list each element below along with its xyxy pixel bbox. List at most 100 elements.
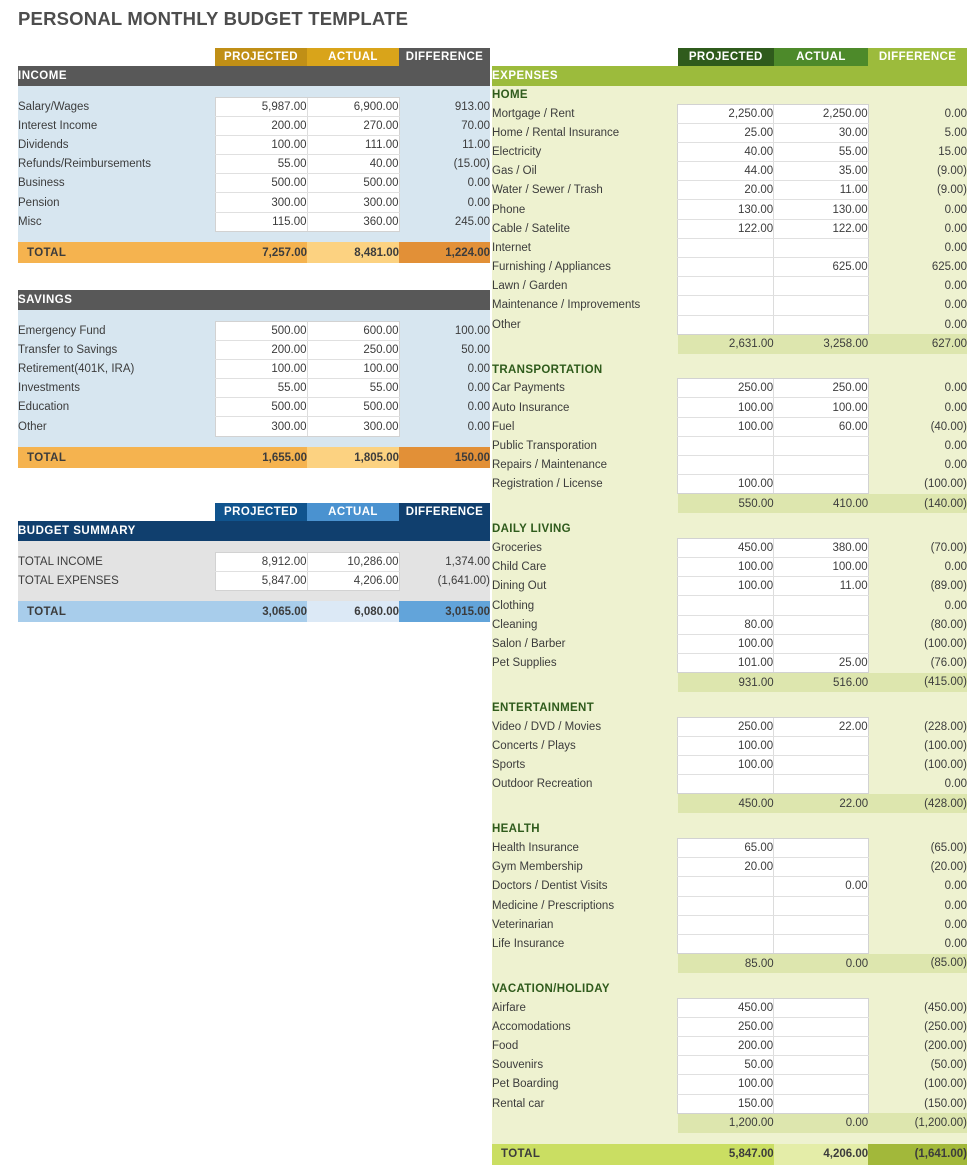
row-actual[interactable]: 130.00 [773,199,869,220]
row-actual[interactable]: 300.00 [306,416,400,437]
row-projected[interactable] [677,276,774,297]
row-projected[interactable]: 2,250.00 [677,103,774,124]
row-actual[interactable] [773,1094,869,1114]
row-actual[interactable]: 6,900.00 [306,96,400,117]
row-actual[interactable] [773,755,869,776]
row-actual[interactable]: 55.00 [306,378,400,399]
row-projected[interactable]: 300.00 [214,192,307,213]
row-projected[interactable] [677,238,774,259]
row-projected[interactable]: 122.00 [677,219,774,239]
row-actual[interactable] [773,455,869,476]
row-actual[interactable]: 10,286.00 [306,551,400,572]
row-actual[interactable] [773,595,869,616]
row-actual[interactable] [773,1036,869,1057]
row-projected[interactable] [677,595,774,616]
row-actual[interactable]: 270.00 [306,116,400,136]
row-actual[interactable]: 250.00 [773,378,869,399]
row-projected[interactable]: 25.00 [677,123,774,143]
row-projected[interactable]: 500.00 [214,320,307,341]
row-actual[interactable] [773,615,869,635]
row-projected[interactable]: 100.00 [677,474,774,495]
row-actual[interactable]: 122.00 [773,219,869,239]
row-actual[interactable]: 30.00 [773,123,869,143]
row-projected[interactable]: 20.00 [677,857,774,878]
row-projected[interactable]: 100.00 [677,557,774,578]
row-actual[interactable]: 600.00 [306,320,400,341]
row-actual[interactable] [773,1017,869,1037]
row-actual[interactable] [773,276,869,297]
row-projected[interactable] [677,934,774,955]
row-projected[interactable]: 100.00 [214,359,307,380]
row-actual[interactable] [773,736,869,757]
row-projected[interactable] [677,455,774,476]
row-actual[interactable]: 2,250.00 [773,103,869,124]
row-projected[interactable]: 5,847.00 [214,571,307,591]
row-projected[interactable] [677,295,774,316]
row-actual[interactable]: 250.00 [306,340,400,360]
row-projected[interactable] [677,774,774,795]
row-projected[interactable]: 450.00 [677,997,774,1018]
row-actual[interactable]: 100.00 [773,557,869,578]
row-projected[interactable]: 55.00 [214,378,307,399]
row-projected[interactable] [677,257,774,278]
row-projected[interactable]: 100.00 [214,135,307,156]
row-actual[interactable]: 60.00 [773,417,869,437]
row-actual[interactable] [773,896,869,916]
row-projected[interactable]: 100.00 [677,397,774,418]
row-actual[interactable] [773,1074,869,1095]
row-projected[interactable] [677,896,774,916]
row-projected[interactable]: 150.00 [677,1094,774,1114]
row-projected[interactable]: 200.00 [214,340,307,360]
row-projected[interactable]: 20.00 [677,180,774,201]
row-actual[interactable]: 111.00 [306,135,400,156]
row-actual[interactable]: 500.00 [306,173,400,194]
row-projected[interactable]: 100.00 [677,417,774,437]
row-projected[interactable]: 250.00 [677,1017,774,1037]
row-projected[interactable]: 300.00 [214,416,307,437]
row-actual[interactable] [773,436,869,457]
row-projected[interactable]: 450.00 [677,537,774,559]
row-actual[interactable] [773,238,869,259]
row-projected[interactable]: 115.00 [214,212,307,232]
row-projected[interactable]: 250.00 [677,716,774,737]
row-actual[interactable]: 380.00 [773,537,869,559]
row-projected[interactable]: 100.00 [677,1074,774,1095]
row-projected[interactable]: 500.00 [214,397,307,418]
row-projected[interactable] [677,915,774,935]
row-actual[interactable]: 40.00 [306,154,400,175]
row-projected[interactable]: 5,987.00 [214,96,307,117]
row-projected[interactable]: 44.00 [677,161,774,182]
row-projected[interactable]: 250.00 [677,378,774,399]
row-actual[interactable]: 22.00 [773,716,869,737]
row-projected[interactable] [677,315,774,335]
row-projected[interactable]: 40.00 [677,142,774,163]
row-actual[interactable]: 360.00 [306,212,400,232]
row-projected[interactable]: 80.00 [677,615,774,635]
row-actual[interactable] [773,915,869,935]
row-actual[interactable]: 500.00 [306,397,400,418]
row-actual[interactable]: 0.00 [773,876,869,897]
row-projected[interactable]: 100.00 [677,736,774,757]
row-actual[interactable]: 35.00 [773,161,869,182]
row-projected[interactable]: 100.00 [677,755,774,776]
row-projected[interactable]: 50.00 [677,1055,774,1076]
row-projected[interactable]: 200.00 [214,116,307,136]
row-projected[interactable] [677,876,774,897]
row-projected[interactable] [677,436,774,457]
row-projected[interactable]: 130.00 [677,199,774,220]
row-actual[interactable] [773,857,869,878]
row-actual[interactable]: 11.00 [773,180,869,201]
row-actual[interactable] [773,315,869,335]
row-actual[interactable]: 100.00 [306,359,400,380]
row-projected[interactable]: 100.00 [677,634,774,655]
row-actual[interactable] [773,1055,869,1076]
row-actual[interactable]: 300.00 [306,192,400,213]
row-actual[interactable]: 4,206.00 [306,571,400,591]
row-projected[interactable]: 8,912.00 [214,551,307,572]
row-projected[interactable]: 500.00 [214,173,307,194]
row-projected[interactable]: 65.00 [677,837,774,859]
row-projected[interactable]: 55.00 [214,154,307,175]
row-actual[interactable] [773,295,869,316]
row-actual[interactable]: 25.00 [773,653,869,674]
row-actual[interactable] [773,997,869,1018]
